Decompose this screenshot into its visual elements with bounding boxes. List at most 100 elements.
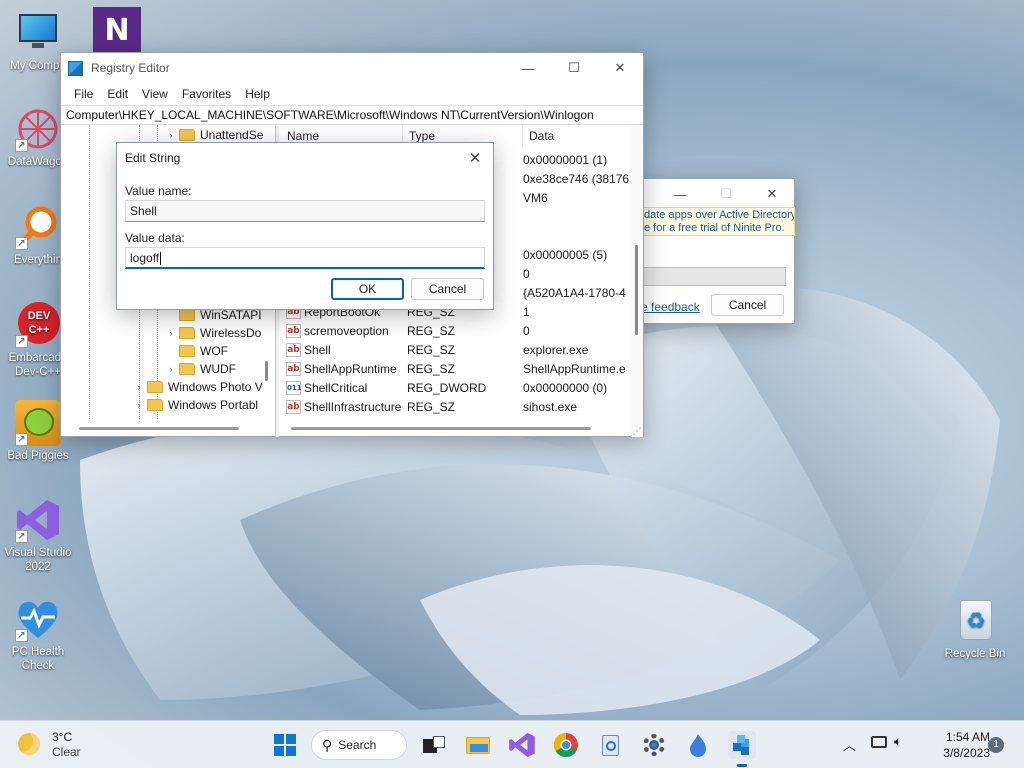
clock[interactable]: 1:54 AM 3/8/2023 xyxy=(920,729,990,761)
chrome-icon[interactable] xyxy=(552,731,580,759)
ninite-pro-banner[interactable]: date apps over Active Directory. e for a… xyxy=(641,207,795,236)
heart-pulse-icon: ↗ xyxy=(15,596,61,642)
minimize-button[interactable]: — xyxy=(657,179,703,209)
volume-icon[interactable]: 🔈︎ xyxy=(894,733,902,750)
file-explorer-icon[interactable] xyxy=(464,731,492,759)
value-data-label: Value data: xyxy=(125,231,185,245)
clock-time: 1:54 AM xyxy=(945,730,990,744)
binary-value-icon: 011 xyxy=(286,380,302,395)
folder-icon xyxy=(179,129,195,141)
chevron-up-icon[interactable]: ︿ xyxy=(843,735,856,754)
value-data: 1 xyxy=(523,304,530,319)
maximize-button[interactable]: ☐ xyxy=(551,53,597,83)
value-data-input[interactable]: logoff xyxy=(125,247,485,269)
menu-view[interactable]: View xyxy=(135,87,175,101)
desktop-icon-pc-health-check[interactable]: ↗ PC Health Check xyxy=(0,596,76,673)
start-icon[interactable] xyxy=(271,731,299,759)
values-horizontal-scrollbar[interactable] xyxy=(291,427,591,430)
settings-gear-icon[interactable] xyxy=(640,731,668,759)
column-header-data[interactable]: Data xyxy=(523,125,631,147)
ninite-app-icon[interactable]: N xyxy=(93,7,141,55)
tree-item[interactable]: › Windows Photo V xyxy=(133,378,263,396)
clipboard-app-icon[interactable] xyxy=(596,731,624,759)
tree-item[interactable]: WOF xyxy=(179,342,228,360)
folder-icon xyxy=(147,399,163,411)
ninite-window[interactable]: — ☐ ✕ date apps over Active Directory. e… xyxy=(632,178,795,324)
weather-desc: Clear xyxy=(52,745,81,759)
cancel-button[interactable]: Cancel xyxy=(411,278,484,300)
string-value-icon: ab xyxy=(286,399,301,414)
menu-bar: File Edit View Favorites Help xyxy=(61,83,643,105)
value-data: 0x00000000 (0) xyxy=(523,380,608,395)
chevron-right-icon[interactable]: › xyxy=(133,382,145,392)
maximize-button[interactable]: ☐ xyxy=(703,179,749,209)
app-flame-icon[interactable] xyxy=(684,731,712,759)
table-row[interactable]: 011 ShellCritical REG_DWORD 0x00000000 (0… xyxy=(281,378,631,397)
desktop-icon-recycle-bin[interactable]: ♻ Recycle Bin xyxy=(937,598,1013,661)
string-value-icon: ab xyxy=(286,361,301,376)
close-button[interactable]: ✕ xyxy=(749,179,795,209)
resize-grip-icon[interactable]: ⋰ xyxy=(631,425,643,437)
menu-file[interactable]: File xyxy=(67,87,100,101)
value-name-field[interactable]: Shell xyxy=(125,200,485,222)
edit-string-dialog[interactable]: Edit String ✕ Value name: Shell Value da… xyxy=(116,142,494,310)
ninite-pro-text-1[interactable]: date apps over Active Directory. xyxy=(644,209,794,222)
string-value-icon: ab xyxy=(286,342,301,357)
visual-studio-icon[interactable] xyxy=(508,731,536,759)
tree-item[interactable]: › WirelessDo xyxy=(165,324,262,342)
value-data: {A520A1A4-1780-4 xyxy=(523,285,626,300)
table-row[interactable]: ab Shell REG_SZ explorer.exe xyxy=(281,340,631,359)
notification-badge[interactable]: 1 xyxy=(988,737,1004,753)
chevron-right-icon[interactable]: › xyxy=(165,130,177,140)
devcpp-icon: DEV C++ ↗ xyxy=(15,302,61,348)
value-data: VM6 xyxy=(523,190,548,205)
chevron-right-icon[interactable]: › xyxy=(165,328,177,338)
menu-help[interactable]: Help xyxy=(238,87,277,101)
tree-vertical-scrollbar[interactable] xyxy=(265,361,268,381)
close-button[interactable]: ✕ xyxy=(457,143,493,173)
folder-icon xyxy=(147,381,163,393)
table-row[interactable]: ab ShellAppRuntime REG_SZ ShellAppRuntime… xyxy=(281,359,631,378)
value-data: 0x00000001 (1) xyxy=(523,152,608,167)
ninite-pro-text-2[interactable]: e for a free trial of Ninite Pro. xyxy=(644,222,792,235)
desktop-icon-label: Bad Piggies xyxy=(7,450,69,462)
ninite-cancel-button[interactable]: Cancel xyxy=(711,294,784,316)
value-data-text: logoff xyxy=(130,251,160,265)
minimize-button[interactable]: — xyxy=(505,53,551,83)
close-button[interactable]: ✕ xyxy=(597,53,643,83)
folder-icon xyxy=(179,327,195,339)
table-row[interactable]: ab scremoveoption REG_SZ 0 xyxy=(281,321,631,340)
chevron-right-icon[interactable]: › xyxy=(133,400,145,410)
value-type: REG_SZ xyxy=(407,399,456,414)
tree-item[interactable]: › WUDF xyxy=(165,360,237,378)
weather-widget[interactable]: 3°C Clear xyxy=(18,729,108,761)
menu-favorites[interactable]: Favorites xyxy=(175,87,238,101)
dialog-titlebar[interactable]: Edit String ✕ xyxy=(117,143,493,173)
monitor-icon xyxy=(15,10,61,56)
value-type: REG_SZ xyxy=(407,323,456,338)
menu-edit[interactable]: Edit xyxy=(100,87,135,101)
tree-item-label: WOF xyxy=(200,344,228,358)
tree-item[interactable]: › Windows Portabl xyxy=(133,396,259,414)
network-icon[interactable] xyxy=(871,736,887,748)
address-bar[interactable]: Computer\HKEY_LOCAL_MACHINE\SOFTWARE\Mic… xyxy=(61,105,643,125)
regedit-titlebar[interactable]: Registry Editor — ☐ ✕ xyxy=(61,53,643,83)
datawagon-icon: ↗ xyxy=(15,106,61,152)
registry-editor-taskbar-icon[interactable] xyxy=(728,731,756,767)
task-view-icon[interactable] xyxy=(419,731,447,759)
moon-icon xyxy=(18,733,40,755)
search-label: Search xyxy=(338,738,377,752)
chevron-right-icon[interactable]: › xyxy=(165,364,177,374)
tree-item-label: Windows Photo V xyxy=(168,380,263,394)
table-row[interactable]: ab ShellInfrastructure REG_SZ sihost.exe xyxy=(281,397,631,416)
desktop-icon-visual-studio[interactable]: ↗ Visual Studio 2022 xyxy=(0,497,76,574)
value-type: REG_SZ xyxy=(407,361,456,376)
feedback-link[interactable]: e feedback xyxy=(641,300,700,314)
tree-horizontal-scrollbar[interactable] xyxy=(79,427,239,430)
window-title: Registry Editor xyxy=(91,61,170,75)
desktop-icon-label: Visual Studio 2022 xyxy=(4,547,72,573)
values-vertical-scrollbar[interactable] xyxy=(631,125,643,437)
taskbar-search[interactable]: ⚲ Search xyxy=(311,730,407,760)
tree-item-label: UnattendSe xyxy=(200,128,264,142)
ok-button[interactable]: OK xyxy=(331,278,404,300)
